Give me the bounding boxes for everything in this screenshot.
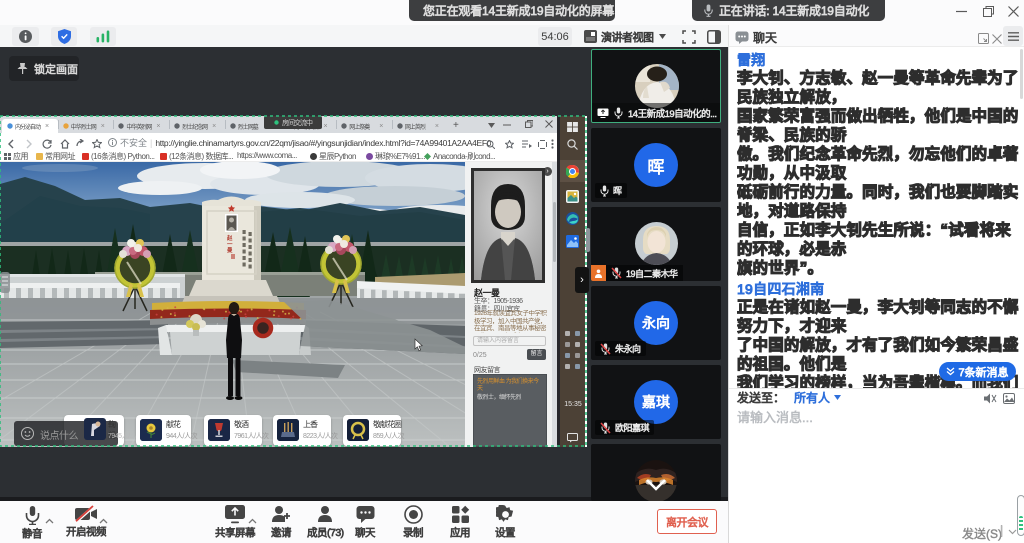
svg-text:赵: 赵: [226, 234, 233, 242]
svg-text:曼: 曼: [227, 246, 233, 254]
